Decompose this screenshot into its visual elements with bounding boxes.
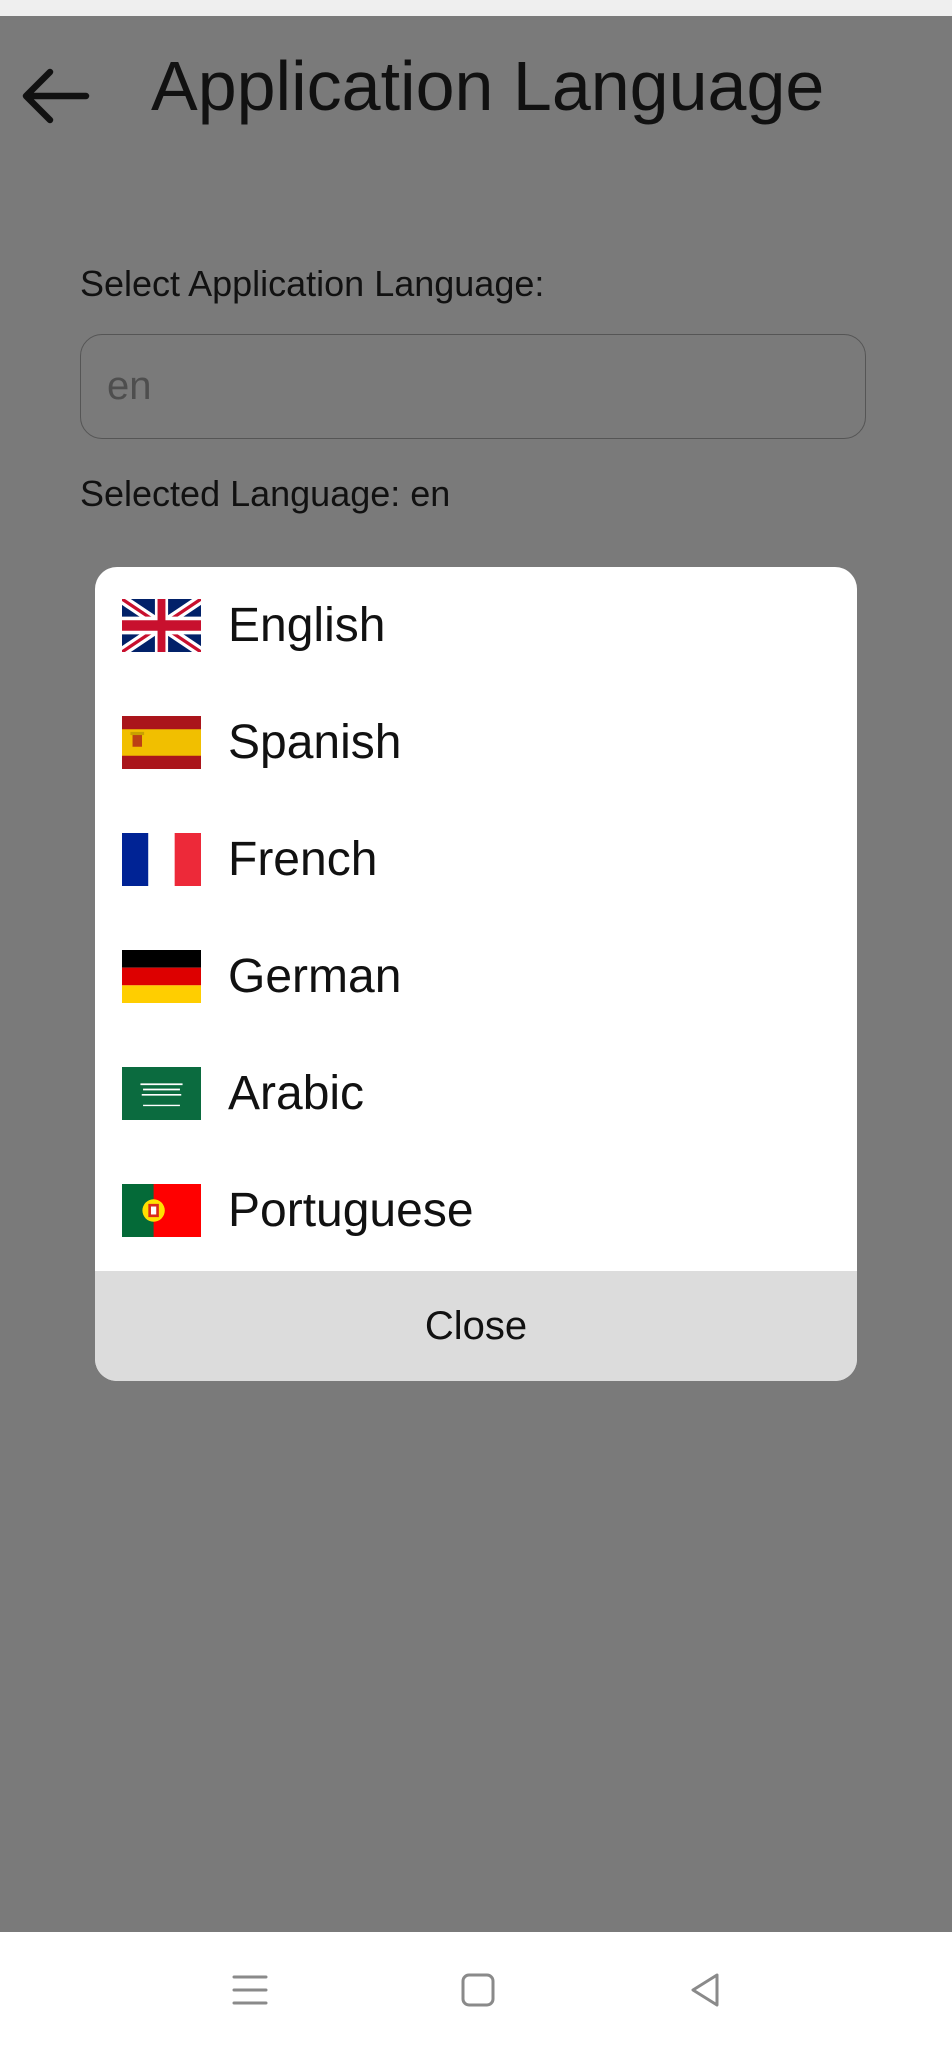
language-item-spanish[interactable]: Spanish bbox=[95, 684, 857, 801]
uk-flag-icon bbox=[122, 599, 201, 652]
back-triangle-icon bbox=[691, 1973, 719, 2007]
france-flag-icon bbox=[122, 833, 201, 886]
language-item-french[interactable]: French bbox=[95, 801, 857, 918]
germany-flag-icon bbox=[122, 950, 201, 1003]
back-button[interactable] bbox=[14, 56, 94, 136]
system-nav-bar bbox=[0, 1932, 952, 2048]
nav-home-button[interactable] bbox=[450, 1962, 506, 2018]
language-list: English Spanish French German Arabic Por… bbox=[95, 567, 857, 1271]
status-bar bbox=[0, 0, 952, 16]
language-picker-dialog: English Spanish French German Arabic Por… bbox=[95, 567, 857, 1381]
language-name: English bbox=[228, 598, 386, 652]
close-button[interactable]: Close bbox=[95, 1271, 857, 1381]
home-square-icon bbox=[461, 1973, 495, 2007]
page-title: Application Language bbox=[151, 47, 825, 125]
app-header: Application Language bbox=[0, 16, 952, 156]
menu-icon bbox=[232, 1975, 268, 2005]
selected-language-value: en bbox=[410, 473, 451, 514]
selected-language-prefix: Selected Language: bbox=[80, 473, 411, 514]
language-item-english[interactable]: English bbox=[95, 567, 857, 684]
language-input[interactable] bbox=[80, 334, 866, 439]
language-name: Portuguese bbox=[228, 1183, 474, 1237]
portugal-flag-icon bbox=[122, 1184, 201, 1237]
nav-back-button[interactable] bbox=[677, 1962, 733, 2018]
language-name: French bbox=[228, 832, 378, 886]
language-item-portuguese[interactable]: Portuguese bbox=[95, 1152, 857, 1269]
language-item-arabic[interactable]: Arabic bbox=[95, 1035, 857, 1152]
saudi-arabia-flag-icon bbox=[122, 1067, 201, 1120]
selected-language-text: Selected Language: en bbox=[80, 472, 450, 516]
arrow-left-icon bbox=[22, 68, 90, 124]
select-language-label: Select Application Language: bbox=[80, 263, 545, 304]
language-name: Spanish bbox=[228, 715, 402, 769]
language-item-german[interactable]: German bbox=[95, 918, 857, 1035]
language-name: German bbox=[228, 949, 402, 1003]
nav-menu-button[interactable] bbox=[222, 1962, 278, 2018]
language-name: Arabic bbox=[228, 1066, 365, 1120]
spain-flag-icon bbox=[122, 716, 201, 769]
